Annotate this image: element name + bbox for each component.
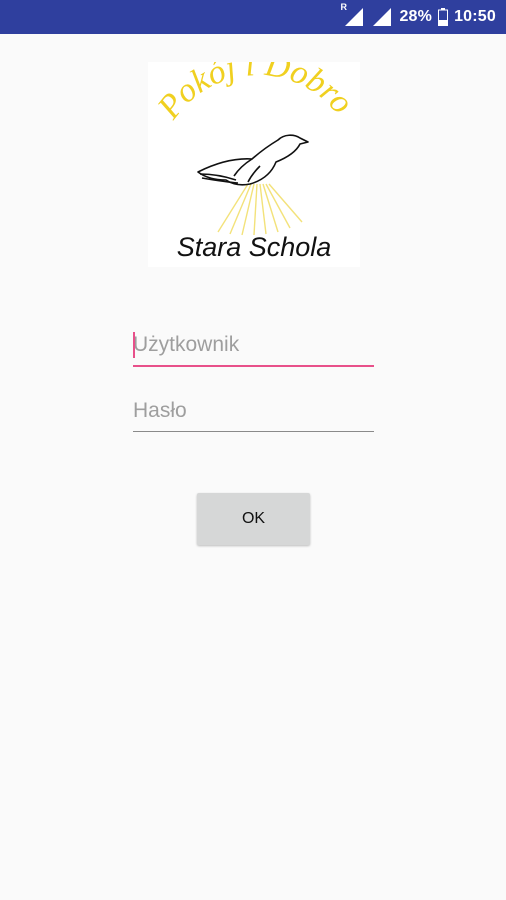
ok-button[interactable]: OK bbox=[197, 493, 310, 545]
status-icons: R 28% 10:50 bbox=[340, 0, 496, 34]
text-cursor bbox=[133, 332, 135, 358]
status-bar: R 28% 10:50 bbox=[0, 0, 506, 34]
username-underline bbox=[133, 365, 374, 367]
password-underline bbox=[133, 431, 374, 432]
dove-icon bbox=[197, 134, 309, 186]
app-logo: Pokój i Dobro Stara Schola bbox=[148, 62, 360, 267]
roaming-label: R bbox=[340, 2, 347, 12]
logo-name-text: Stara Schola bbox=[177, 232, 332, 262]
signal-icon bbox=[371, 6, 393, 28]
username-field[interactable] bbox=[133, 327, 374, 367]
username-input[interactable] bbox=[133, 327, 374, 363]
clock: 10:50 bbox=[454, 8, 496, 25]
signal-roaming-icon: R bbox=[340, 2, 365, 28]
password-field[interactable] bbox=[133, 393, 374, 433]
battery-icon bbox=[438, 8, 449, 26]
light-rays bbox=[217, 183, 303, 236]
logo-arc-text: Pokój i Dobro bbox=[150, 62, 360, 126]
battery-percent: 28% bbox=[399, 8, 433, 25]
password-input[interactable] bbox=[133, 393, 374, 429]
